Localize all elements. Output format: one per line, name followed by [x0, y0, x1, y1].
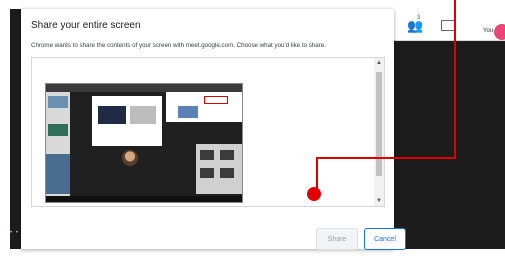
people-icon[interactable]: 👥: [407, 18, 423, 34]
scrollbar[interactable]: ▲ ▼: [374, 58, 384, 206]
screen-preview-list: ▲ ▼: [31, 57, 385, 207]
thumb-titlebar: [46, 84, 242, 92]
share-button[interactable]: Share: [316, 228, 358, 250]
thumb-taskbar: [46, 196, 242, 202]
thumb-center-gray: [130, 106, 156, 124]
scroll-thumb[interactable]: [376, 72, 382, 176]
thumb-tile: [200, 168, 214, 178]
divider: [454, 9, 455, 40]
dialog-title: Share your entire screen: [31, 20, 141, 31]
scroll-up-icon[interactable]: ▲: [375, 60, 383, 66]
thumb-left-tile: [48, 96, 68, 108]
people-count: 3: [417, 15, 421, 21]
thumb-left-bottom: [46, 154, 70, 194]
chat-icon[interactable]: [441, 20, 455, 31]
thumb-red-highlight: [204, 96, 228, 104]
avatar[interactable]: [494, 24, 505, 40]
thumb-tile: [200, 150, 214, 160]
meet-top-bar: 👥 3 You: [390, 9, 505, 41]
screen-thumbnail[interactable]: [45, 83, 243, 203]
thumb-center-window: [92, 96, 162, 146]
thumb-right-image: [178, 106, 198, 118]
thumb-right-bottom: [196, 144, 242, 194]
scroll-down-icon[interactable]: ▼: [375, 198, 383, 204]
share-screen-dialog: Share your entire screen Chrome wants to…: [21, 9, 406, 250]
cancel-button[interactable]: Cancel: [364, 228, 406, 250]
dialog-subtitle: Chrome wants to share the contents of yo…: [31, 42, 326, 49]
thumb-tile: [220, 150, 234, 160]
thumb-tile: [220, 168, 234, 178]
you-label: You: [483, 28, 494, 34]
thumb-face: [122, 150, 138, 166]
thumb-right-window: [166, 92, 242, 122]
thumb-left-tile: [48, 124, 68, 136]
thumb-center-image: [98, 106, 126, 124]
